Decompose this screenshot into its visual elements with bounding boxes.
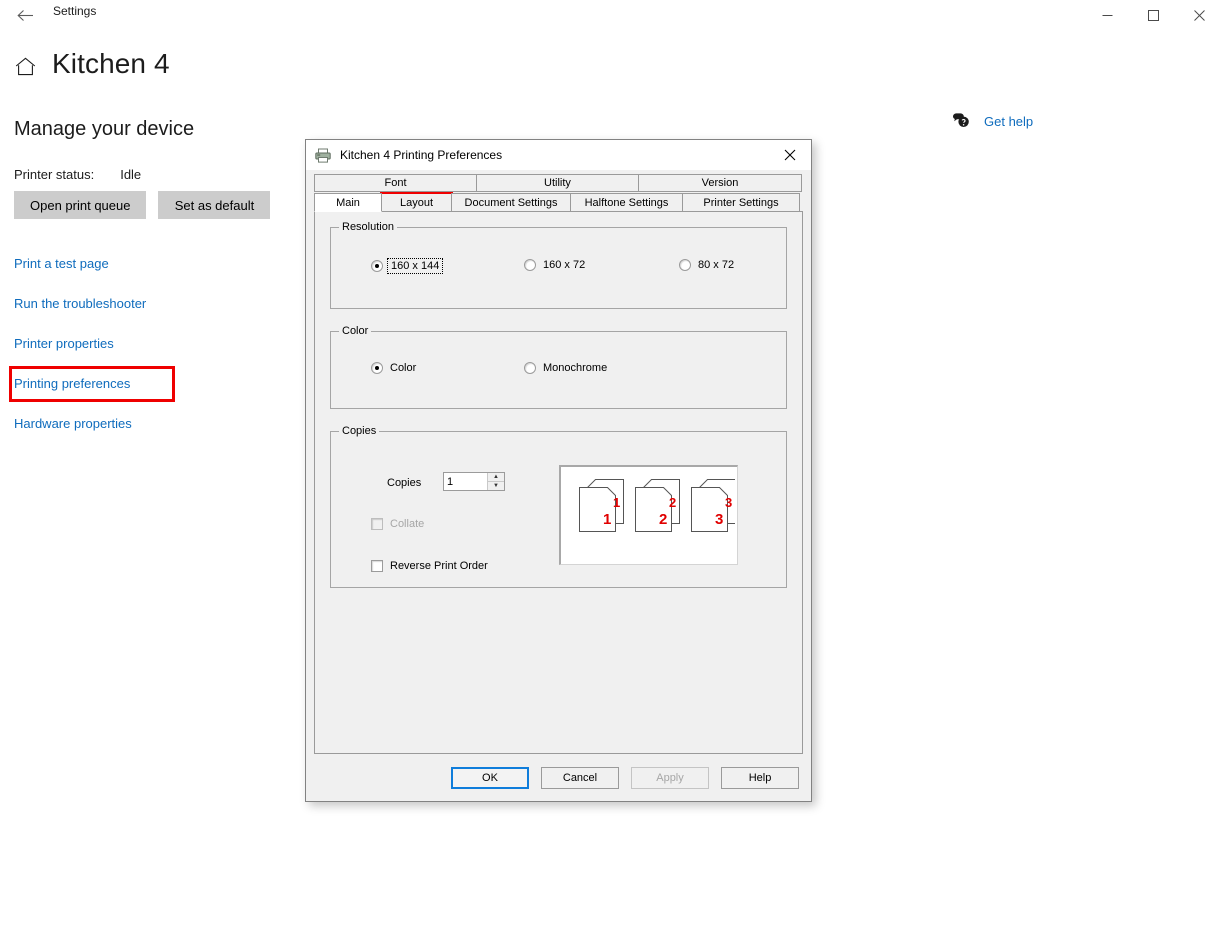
tab-main[interactable]: Main bbox=[314, 193, 382, 212]
radio-resolution-160x72[interactable]: 160 x 72 bbox=[524, 259, 585, 271]
link-run-the-troubleshooter[interactable]: Run the troubleshooter bbox=[14, 284, 172, 324]
copies-stepper[interactable]: 1 ▲ ▼ bbox=[443, 472, 505, 491]
preview-page-number-back-2: 2 bbox=[669, 495, 676, 510]
preview-page-number-back-1: 1 bbox=[613, 495, 620, 510]
resolution-group: Resolution 160 x 144 160 x 72 80 x 72 bbox=[330, 221, 787, 309]
preview-page-number-front-1: 1 bbox=[603, 511, 611, 528]
preview-page-number-front-2: 2 bbox=[659, 511, 667, 528]
radio-label: 80 x 72 bbox=[698, 259, 735, 271]
radio-indicator[interactable] bbox=[679, 259, 691, 271]
copies-spin-up[interactable]: ▲ bbox=[488, 473, 504, 482]
get-help[interactable]: Get help bbox=[952, 112, 1033, 130]
device-action-buttons: Open print queue Set as default bbox=[14, 191, 271, 219]
link-printer-properties[interactable]: Printer properties bbox=[14, 324, 172, 364]
radio-indicator[interactable] bbox=[371, 362, 383, 374]
radio-indicator[interactable] bbox=[524, 259, 536, 271]
home-icon[interactable] bbox=[14, 52, 36, 76]
printer-status-row: Printer status: Idle bbox=[14, 167, 141, 182]
ok-button[interactable]: OK bbox=[451, 767, 529, 789]
back-arrow-icon[interactable] bbox=[10, 2, 40, 28]
copies-group: Copies Copies 1 ▲ ▼ Collate Reverse Prin… bbox=[330, 425, 787, 588]
apply-button: Apply bbox=[631, 767, 709, 789]
tab-halftone-settings[interactable]: Halftone Settings bbox=[570, 193, 683, 211]
copies-field-label: Copies bbox=[387, 477, 422, 489]
tab-panel-main: Resolution 160 x 144 160 x 72 80 x 72 Co… bbox=[314, 211, 803, 754]
page-title: Kitchen 4 bbox=[52, 48, 170, 79]
dialog-close-icon[interactable] bbox=[769, 140, 811, 170]
resolution-group-label: Resolution bbox=[339, 221, 397, 233]
cancel-button[interactable]: Cancel bbox=[541, 767, 619, 789]
dialog-title: Kitchen 4 Printing Preferences bbox=[340, 148, 503, 162]
color-group-label: Color bbox=[339, 325, 372, 337]
printing-preferences-dialog: Kitchen 4 Printing Preferences Font Util… bbox=[305, 139, 812, 802]
settings-window-title: Settings bbox=[53, 4, 97, 18]
close-icon[interactable] bbox=[1176, 0, 1222, 30]
printer-icon bbox=[315, 147, 331, 163]
help-button[interactable]: Help bbox=[721, 767, 799, 789]
tabstrip: Font Utility Version Main Layout Documen… bbox=[314, 174, 803, 214]
radio-label: 160 x 72 bbox=[543, 259, 586, 271]
minimize-icon[interactable] bbox=[1084, 0, 1130, 30]
link-printing-preferences[interactable]: Printing preferences bbox=[9, 366, 175, 402]
set-as-default-button[interactable]: Set as default bbox=[158, 191, 271, 219]
tab-printer-settings[interactable]: Printer Settings bbox=[682, 193, 800, 211]
copies-input[interactable]: 1 bbox=[444, 473, 487, 490]
dialog-button-row: OK Cancel Apply Help bbox=[306, 767, 811, 789]
copies-preview-graphic: 1 1 2 2 3 3 bbox=[579, 479, 736, 532]
device-links: Print a test page Run the troubleshooter… bbox=[9, 244, 175, 444]
copies-spin-buttons[interactable]: ▲ ▼ bbox=[487, 473, 504, 490]
radio-indicator[interactable] bbox=[371, 260, 383, 272]
tab-version[interactable]: Version bbox=[638, 174, 802, 192]
radio-color-color[interactable]: Color bbox=[371, 362, 416, 374]
open-print-queue-button[interactable]: Open print queue bbox=[14, 191, 147, 219]
page-header: Kitchen 4 bbox=[14, 48, 170, 80]
settings-titlebar: Settings bbox=[0, 0, 1222, 32]
radio-indicator[interactable] bbox=[524, 362, 536, 374]
get-help-label[interactable]: Get help bbox=[984, 114, 1033, 129]
copies-spin-down[interactable]: ▼ bbox=[488, 482, 504, 490]
link-hardware-properties[interactable]: Hardware properties bbox=[14, 404, 172, 444]
printer-status-value: Idle bbox=[120, 167, 142, 182]
checkbox-reverse-print-order[interactable]: Reverse Print Order bbox=[371, 560, 488, 572]
help-bubble-icon bbox=[952, 112, 970, 130]
link-print-a-test-page[interactable]: Print a test page bbox=[14, 244, 172, 284]
section-heading: Manage your device bbox=[14, 118, 195, 140]
checkbox-label: Reverse Print Order bbox=[390, 560, 488, 572]
maximize-icon[interactable] bbox=[1130, 0, 1176, 30]
radio-label: 160 x 144 bbox=[386, 258, 444, 274]
tab-font[interactable]: Font bbox=[314, 174, 477, 192]
copies-group-label: Copies bbox=[339, 425, 380, 437]
radio-color-monochrome[interactable]: Monochrome bbox=[524, 362, 607, 374]
checkbox-indicator[interactable] bbox=[371, 560, 383, 572]
radio-resolution-80x72[interactable]: 80 x 72 bbox=[679, 259, 734, 271]
copies-preview: 1 1 2 2 3 3 bbox=[559, 465, 738, 565]
preview-page-number-front-3: 3 bbox=[715, 511, 723, 528]
tab-row-bottom: Main Layout Document Settings Halftone S… bbox=[314, 192, 803, 214]
checkbox-collate: Collate bbox=[371, 518, 424, 530]
color-group: Color Color Monochrome bbox=[330, 325, 787, 409]
preview-page-number-back-3: 3 bbox=[725, 495, 732, 510]
radio-label: Color bbox=[390, 362, 417, 374]
radio-label: Monochrome bbox=[543, 362, 608, 374]
dialog-titlebar: Kitchen 4 Printing Preferences bbox=[306, 140, 811, 170]
printer-status-label: Printer status: bbox=[14, 167, 95, 182]
checkbox-label: Collate bbox=[390, 518, 425, 530]
tab-document-settings[interactable]: Document Settings bbox=[451, 193, 571, 211]
checkbox-indicator bbox=[371, 518, 383, 530]
window-controls bbox=[1084, 0, 1222, 30]
tab-row-top: Font Utility Version bbox=[314, 174, 803, 193]
tab-utility[interactable]: Utility bbox=[476, 174, 639, 192]
radio-resolution-160x144[interactable]: 160 x 144 bbox=[371, 258, 444, 274]
tab-layout[interactable]: Layout bbox=[380, 192, 453, 214]
dialog-body: Font Utility Version Main Layout Documen… bbox=[314, 174, 803, 754]
